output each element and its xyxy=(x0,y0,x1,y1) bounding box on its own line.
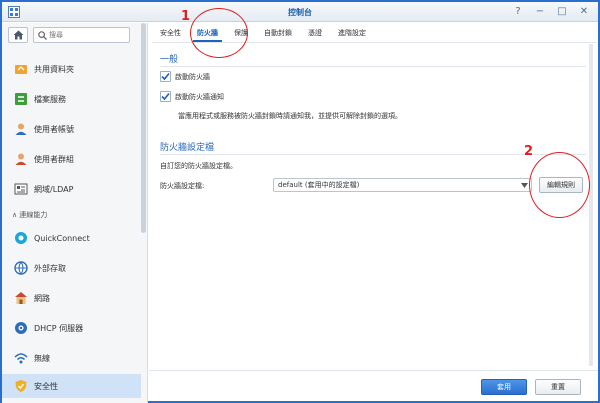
sidebar-item-label: 共用資料夾 xyxy=(34,64,74,74)
enable-firewall-row[interactable]: 啟動防火牆 xyxy=(160,71,210,82)
sidebar-item-quickconnect[interactable]: QuickConnect xyxy=(2,226,141,250)
profile-description: 自訂您的防火牆設定檔。 xyxy=(160,162,237,170)
annotation-circle-firewall-tab xyxy=(190,8,248,58)
sidebar-item-external-access[interactable]: 外部存取 xyxy=(2,256,141,280)
sidebar-item-label: 使用者帳號 xyxy=(34,124,74,134)
help-icon[interactable]: ? xyxy=(512,5,524,18)
check-icon xyxy=(161,92,170,101)
network-icon xyxy=(14,291,28,305)
wireless-icon xyxy=(14,351,28,365)
domain-icon xyxy=(14,182,28,196)
sidebar-item-dhcp[interactable]: DHCP 伺服器 xyxy=(2,316,141,340)
sidebar-scrollbar[interactable] xyxy=(141,23,146,233)
share-folder-icon xyxy=(14,62,28,76)
sidebar-section-label: 連線能力 xyxy=(19,211,48,219)
search-box[interactable] xyxy=(33,27,130,43)
maximize-icon[interactable]: □ xyxy=(556,5,568,18)
sidebar-header xyxy=(8,27,130,43)
sidebar-item-label: 網路 xyxy=(34,293,50,303)
sidebar: 共用資料夾 檔案服務 使用者帳號 使用者群組 網域/LDAP xyxy=(2,23,148,403)
content-scrollbar[interactable] xyxy=(589,44,593,366)
tab-advanced[interactable]: 進階設定 xyxy=(330,24,374,42)
sidebar-item-label: 網域/LDAP xyxy=(34,184,74,194)
profile-label: 防火牆設定檔: xyxy=(160,182,205,190)
sidebar-item-label: 無線 xyxy=(34,353,50,363)
close-icon[interactable]: ✕ xyxy=(578,5,590,18)
sidebar-item-network[interactable]: 網路 xyxy=(2,286,141,310)
tab-security[interactable]: 安全性 xyxy=(152,24,189,42)
profile-select[interactable]: default (套用中的設定檔) xyxy=(273,178,532,192)
enable-notify-row[interactable]: 啟動防火牆通知 xyxy=(160,91,224,102)
annotation-number-1: 1 xyxy=(181,9,191,24)
security-icon xyxy=(14,379,28,393)
general-divider xyxy=(160,66,586,67)
sidebar-item-label: 檔案服務 xyxy=(34,94,66,104)
profile-select-value: default (套用中的設定檔) xyxy=(278,181,360,189)
dhcp-icon xyxy=(14,321,28,335)
general-section-title: 一般 xyxy=(160,55,179,65)
tab-certificate[interactable]: 憑證 xyxy=(300,24,330,42)
search-input[interactable] xyxy=(49,29,127,41)
user-icon xyxy=(14,122,28,136)
footer-divider xyxy=(149,370,598,371)
user-group-icon xyxy=(14,152,28,166)
sidebar-item-shared-folder[interactable]: 共用資料夾 xyxy=(2,57,141,81)
notify-note: 當應用程式或服務被防火牆封鎖時請通知我，並提供可解除封鎖的選項。 xyxy=(178,112,402,120)
enable-firewall-label: 啟動防火牆 xyxy=(175,72,210,81)
profile-divider xyxy=(160,154,586,155)
search-icon xyxy=(38,31,47,40)
external-access-icon xyxy=(14,261,28,275)
sidebar-item-label: DHCP 伺服器 xyxy=(34,323,84,333)
home-icon xyxy=(13,30,23,40)
home-button[interactable] xyxy=(8,27,28,43)
enable-notify-label: 啟動防火牆通知 xyxy=(175,92,224,101)
sidebar-item-file-service[interactable]: 檔案服務 xyxy=(2,87,141,111)
sidebar-item-user-group[interactable]: 使用者群組 xyxy=(2,147,141,171)
profile-section-title: 防火牆設定檔 xyxy=(160,143,215,153)
sidebar-item-domain[interactable]: 網域/LDAP xyxy=(2,177,141,201)
enable-firewall-checkbox[interactable] xyxy=(160,71,171,82)
sidebar-item-security[interactable]: 安全性 xyxy=(2,374,141,398)
window-controls: ? − □ ✕ xyxy=(512,5,590,18)
quickconnect-icon xyxy=(14,231,28,245)
enable-notify-checkbox[interactable] xyxy=(160,91,171,102)
file-service-icon xyxy=(14,92,28,106)
sidebar-item-wireless[interactable]: 無線 xyxy=(2,346,141,370)
check-icon xyxy=(161,72,170,81)
chevron-up-icon: ∧ xyxy=(12,211,18,219)
minimize-icon[interactable]: − xyxy=(534,5,546,18)
sidebar-item-label: 安全性 xyxy=(34,381,58,391)
annotation-number-2: 2 xyxy=(524,144,534,159)
window-frame: 控制台 ? − □ ✕ 搜尋 共用資料夾 檔案服務 使用者帳號 使用者群組 網域… xyxy=(0,0,600,403)
tab-bar: 安全性 防火牆 保護 自動封鎖 憑證 進階設定 xyxy=(152,24,374,42)
sidebar-item-label: 外部存取 xyxy=(34,263,66,273)
tab-auto-block[interactable]: 自動封鎖 xyxy=(256,24,300,42)
sidebar-item-user[interactable]: 使用者帳號 xyxy=(2,117,141,141)
reset-button[interactable]: 重置 xyxy=(535,379,581,395)
sidebar-item-label: 使用者群組 xyxy=(34,154,74,164)
sidebar-section-connectivity[interactable]: ∧ 連線能力 xyxy=(12,210,47,220)
chevron-down-icon xyxy=(521,183,528,188)
annotation-circle-edit-rules xyxy=(529,152,590,218)
title-bar: 控制台 ? − □ ✕ xyxy=(2,2,598,22)
apply-button[interactable]: 套用 xyxy=(481,379,527,395)
sidebar-item-label: QuickConnect xyxy=(34,233,90,243)
window-title: 控制台 xyxy=(288,8,312,17)
